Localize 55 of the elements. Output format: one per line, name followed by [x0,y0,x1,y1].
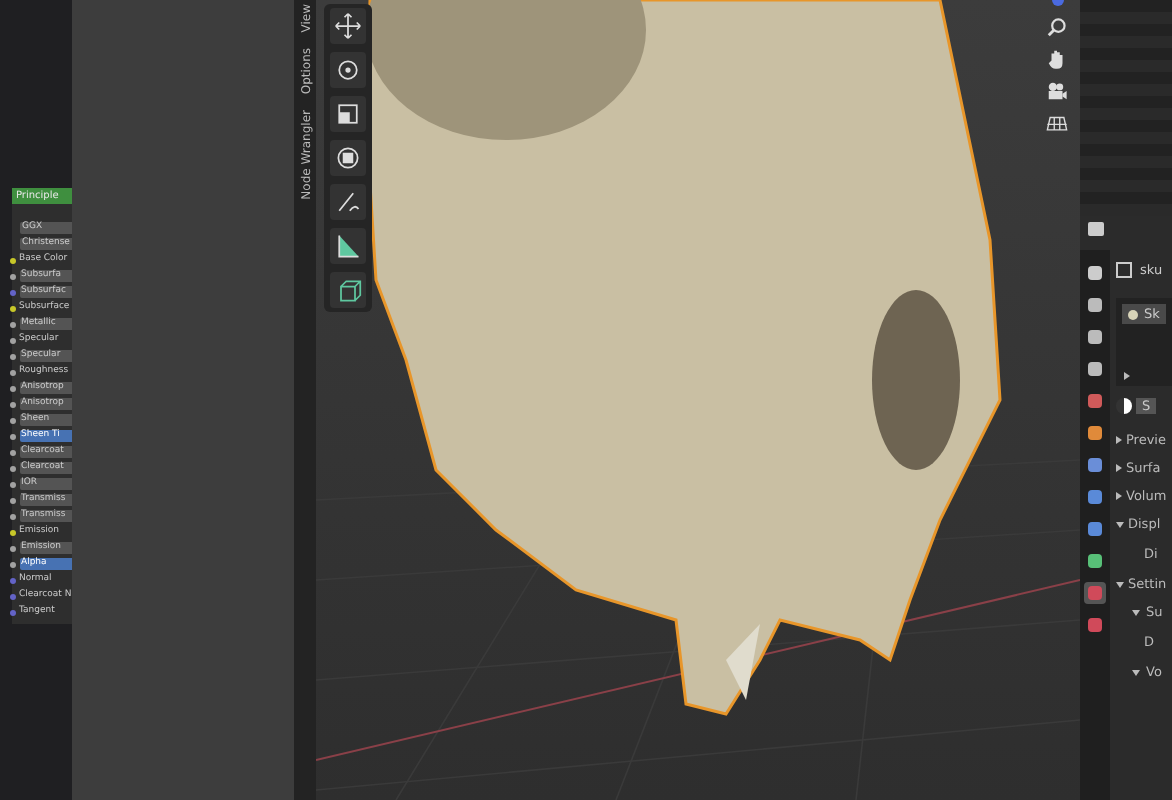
material-icon[interactable] [1116,398,1132,414]
add-cube-icon[interactable] [330,272,366,308]
socket-dot[interactable] [9,561,15,567]
properties-tab[interactable] [1084,358,1106,380]
collapse-arrow-icon[interactable] [1132,669,1140,675]
socket-dot[interactable] [9,369,15,375]
socket-dot[interactable] [9,529,15,535]
properties-tab[interactable] [1084,518,1106,540]
properties-tab[interactable] [1084,294,1106,316]
socket-dot[interactable] [9,545,15,551]
zoom-icon[interactable] [1046,16,1068,38]
socket-dot[interactable] [9,433,15,439]
rotate-icon[interactable] [330,52,366,88]
socket-dot[interactable] [9,385,15,391]
socket-dot[interactable] [9,449,15,455]
properties-tab[interactable] [1084,390,1106,412]
expand-arrow-icon[interactable] [1116,464,1122,472]
socket-dot[interactable] [9,289,15,295]
socket-dot[interactable] [9,481,15,487]
socket-dot[interactable] [9,609,15,615]
socket-dot[interactable] [9,257,15,263]
hand-icon[interactable] [1046,48,1068,70]
move-icon[interactable] [330,8,366,44]
measure-icon[interactable] [330,228,366,264]
properties-tab[interactable] [1084,486,1106,508]
collapse-arrow-icon[interactable] [1116,581,1124,587]
expand-arrow-icon[interactable] [1116,436,1122,444]
transform-icon[interactable] [330,140,366,176]
object-icon [1116,262,1132,278]
scale-icon[interactable] [330,96,366,132]
collapse-arrow-icon[interactable] [1116,521,1124,527]
socket-dot[interactable] [9,417,15,423]
material-ball-icon [1128,309,1138,319]
grid-icon[interactable] [1046,112,1068,134]
socket-dot[interactable] [9,401,15,407]
socket-dot[interactable] [9,273,15,279]
socket-dot[interactable] [9,497,15,503]
properties-tab[interactable] [1084,422,1106,444]
camera-icon[interactable] [1046,80,1068,102]
socket-dot[interactable] [9,305,15,311]
expand-arrow-icon[interactable] [1124,372,1130,380]
socket-dot[interactable] [9,353,15,359]
socket-dot[interactable] [9,577,15,583]
socket-dot[interactable] [9,513,15,519]
properties-tab[interactable] [1084,550,1106,572]
socket-dot[interactable] [9,593,15,599]
socket-dot[interactable] [9,337,15,343]
properties-tab[interactable] [1084,262,1106,284]
properties-tab[interactable] [1084,326,1106,348]
expand-arrow-icon[interactable] [1116,492,1122,500]
socket-dot[interactable] [9,321,15,327]
collapse-arrow-icon[interactable] [1132,609,1140,615]
properties-tab[interactable] [1084,454,1106,476]
socket-dot[interactable] [9,465,15,471]
annotate-icon[interactable] [330,184,366,220]
